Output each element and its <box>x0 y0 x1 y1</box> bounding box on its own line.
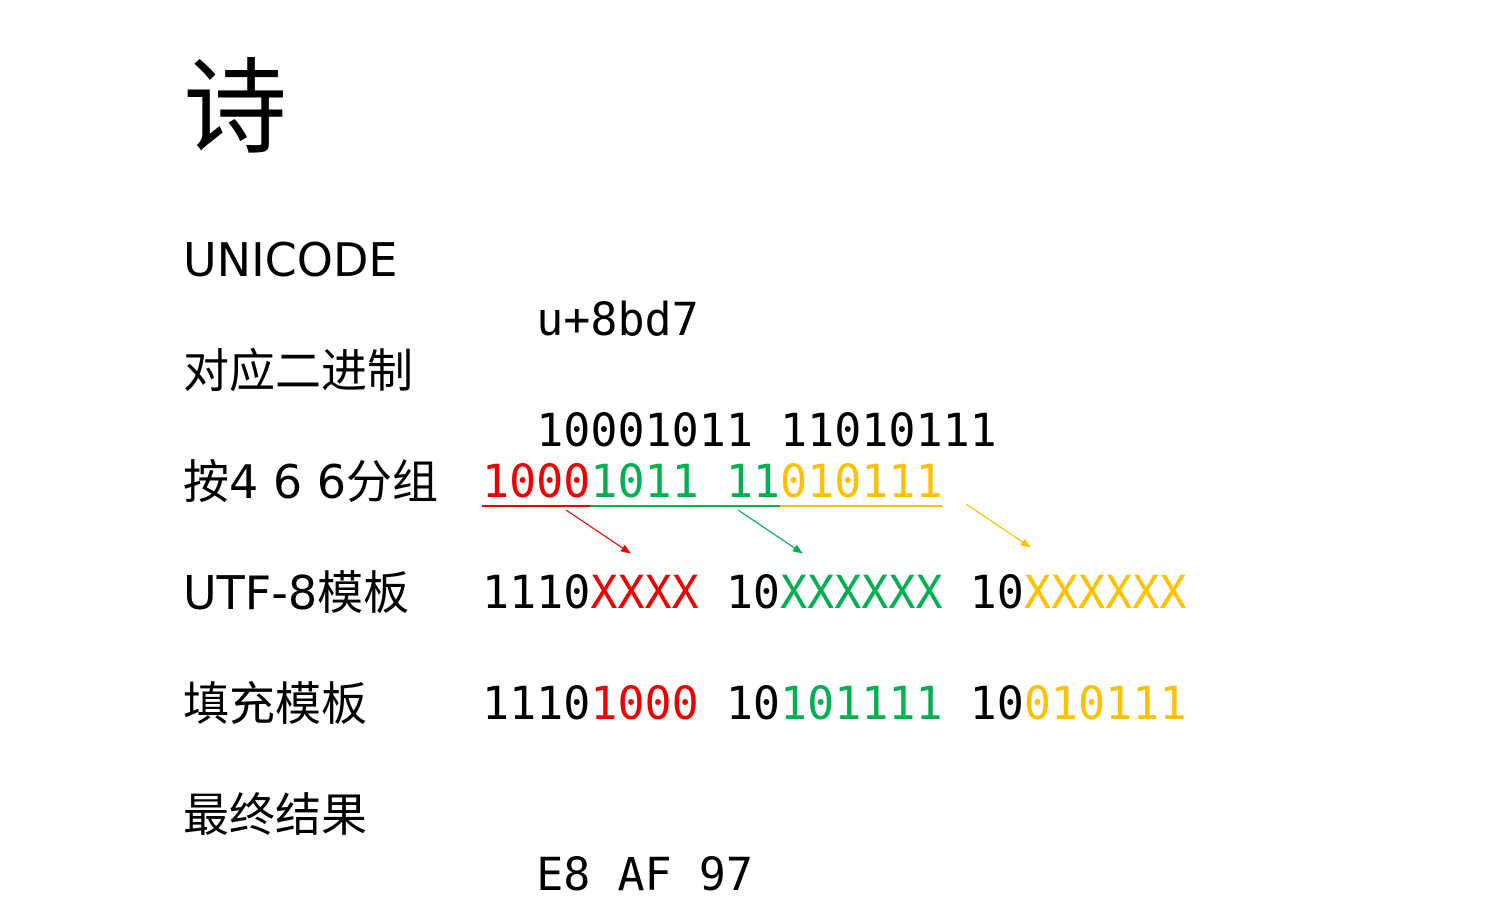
filled-red-bits: 1000 <box>590 677 699 730</box>
character-title: 诗 <box>183 47 288 169</box>
filled-yellow-bits: 010111 <box>1023 677 1187 730</box>
arrow-red <box>565 509 631 554</box>
filled-green-bits: 101111 <box>780 677 943 730</box>
result-bytes: E8 AF 97 <box>536 848 753 901</box>
grouped-red-segment: 1000 <box>482 455 591 508</box>
binary-value: 10001011 11010111 <box>536 404 997 457</box>
arrow-green <box>737 509 803 554</box>
template-prefix-3: 10 <box>942 566 1024 619</box>
template-red-slot: XXXX <box>590 566 699 619</box>
template-green-slot: XXXXXX <box>780 566 943 619</box>
template-prefix-2: 10 <box>698 566 781 619</box>
row-value-binary: 10001011 11010111 <box>482 341 997 461</box>
filled-prefix-1: 1110 <box>482 677 591 730</box>
row-label-binary: 对应二进制 <box>183 344 413 398</box>
row-value-filled-template: 11101000 10101111 10010111 <box>482 674 1186 734</box>
row-label-grouping: 按4 6 6分组 <box>183 455 439 509</box>
template-yellow-slot: XXXXXX <box>1023 566 1187 619</box>
grouped-yellow-segment: 010111 <box>780 455 943 508</box>
filled-prefix-3: 10 <box>942 677 1024 730</box>
template-prefix-1: 1110 <box>482 566 591 619</box>
row-value-grouping: 10001011 11010111 <box>482 452 943 512</box>
filled-prefix-2: 10 <box>698 677 781 730</box>
arrow-yellow <box>965 503 1031 548</box>
row-value-result: E8 AF 97 <box>482 785 753 905</box>
grouped-green-segment: 1011 11 <box>590 455 781 508</box>
row-value-unicode: u+8bd7 <box>482 230 699 350</box>
unicode-codepoint: u+8bd7 <box>536 293 699 346</box>
row-label-filled-template: 填充模板 <box>183 677 367 731</box>
row-label-unicode: UNICODE <box>183 233 398 287</box>
row-label-result: 最终结果 <box>183 788 367 842</box>
row-value-utf8-template: 1110XXXX 10XXXXXX 10XXXXXX <box>482 563 1186 623</box>
row-label-utf8-template: UTF-8模板 <box>183 566 410 620</box>
